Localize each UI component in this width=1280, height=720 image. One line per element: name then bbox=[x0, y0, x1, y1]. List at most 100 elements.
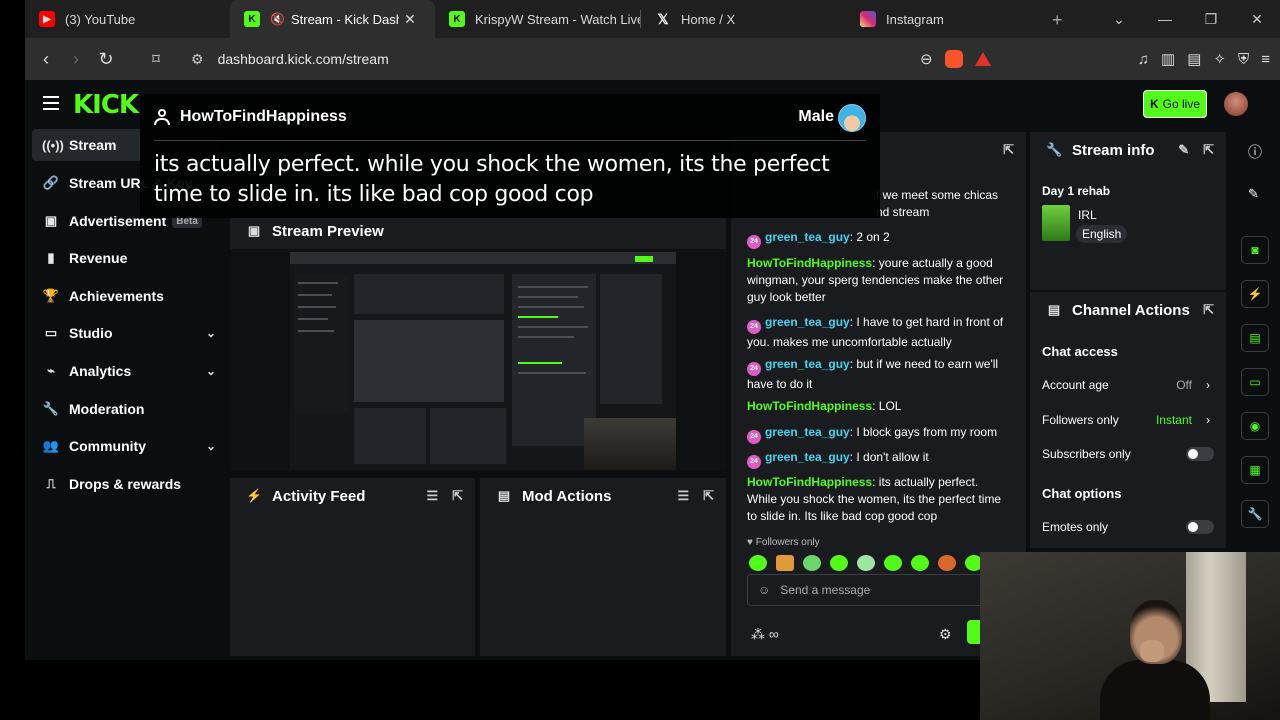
chat-username[interactable]: green_tea_guy bbox=[765, 357, 850, 371]
chat-username[interactable]: green_tea_guy bbox=[765, 425, 850, 439]
site-info-icon[interactable]: ⚙ bbox=[191, 51, 204, 68]
category-name[interactable]: IRL bbox=[1078, 208, 1097, 222]
muted-icon[interactable]: 🔇 bbox=[270, 12, 285, 26]
emote-icon[interactable] bbox=[911, 555, 929, 571]
sidebar-item-drops[interactable]: ⎍ Drops & rewards bbox=[32, 468, 218, 500]
popout-icon[interactable]: ⇱ bbox=[1003, 142, 1014, 158]
sidebar-item-community[interactable]: 👥 Community ⌄ bbox=[32, 430, 218, 462]
tab-label: (3) YouTube bbox=[65, 11, 136, 27]
sidebar-item-moderation[interactable]: 🔧 Moderation bbox=[32, 393, 218, 425]
tab-youtube[interactable]: ▶ (3) YouTube bbox=[25, 0, 230, 38]
account-age-row[interactable]: Account age Off › bbox=[1042, 378, 1214, 396]
broadcast-icon[interactable]: ◉ bbox=[1241, 412, 1269, 440]
go-live-button[interactable]: K Go live bbox=[1143, 90, 1207, 118]
panel-title: Stream info bbox=[1072, 141, 1155, 159]
mod-actions-panel: ▤ Mod Actions ☰ ⇱ bbox=[480, 478, 726, 656]
emotes-only-toggle[interactable] bbox=[1186, 520, 1214, 534]
tab-krispyw-stream[interactable]: K KrispyW Stream - Watch Live bbox=[435, 0, 640, 38]
preview-chat-line bbox=[518, 372, 586, 374]
sidebar-item-achievements[interactable]: 🏆 Achievements bbox=[32, 280, 218, 312]
setting-value: Instant bbox=[1155, 413, 1192, 427]
chat-options-heading: Chat options bbox=[1042, 486, 1122, 501]
close-icon[interactable]: ✕ bbox=[399, 11, 421, 28]
tab-instagram[interactable]: Instagram bbox=[846, 0, 1051, 38]
maximize-button[interactable]: ❐ bbox=[1188, 11, 1234, 28]
new-tab-button[interactable]: + bbox=[1052, 10, 1063, 31]
preview-nav-line bbox=[298, 330, 334, 332]
tab-bar: ▶ (3) YouTube K 🔇 Stream - Kick Dashboar… bbox=[25, 0, 1280, 38]
chat-username[interactable]: HowToFindHappiness bbox=[747, 399, 872, 413]
sidebar-item-analytics[interactable]: ⌁ Analytics ⌄ bbox=[32, 355, 218, 387]
sidebar-item-studio[interactable]: ▭ Studio ⌄ bbox=[32, 317, 218, 349]
chat-username[interactable]: green_tea_guy bbox=[765, 450, 850, 464]
emote-icon[interactable] bbox=[857, 555, 875, 571]
send-button[interactable] bbox=[967, 620, 981, 644]
emote-icon[interactable] bbox=[803, 555, 821, 571]
users-icon[interactable]: ⁂ bbox=[751, 626, 765, 642]
popout-icon[interactable]: ⇱ bbox=[1203, 302, 1214, 318]
menu-icon[interactable]: ≡ bbox=[1261, 51, 1270, 68]
chat-footer-left: ⁂ ∞ bbox=[751, 626, 779, 643]
stream-preview-video[interactable] bbox=[290, 252, 676, 470]
document-icon[interactable]: ▤ bbox=[1241, 324, 1269, 352]
wrench-icon: 🔧 bbox=[42, 401, 60, 416]
media-icon[interactable]: ♫ bbox=[1138, 51, 1149, 68]
category-thumbnail bbox=[1042, 205, 1070, 241]
kick-logo[interactable]: KICK bbox=[73, 90, 139, 120]
chat-input[interactable]: ☺ Send a message bbox=[747, 574, 987, 606]
wallet-icon[interactable]: ▤ bbox=[1187, 50, 1201, 68]
preview-info bbox=[600, 274, 662, 404]
zoom-icon[interactable]: ⊖ bbox=[920, 50, 933, 68]
emote-icon[interactable] bbox=[830, 555, 848, 571]
emote-icon[interactable] bbox=[938, 555, 956, 571]
minimize-button[interactable]: — bbox=[1142, 11, 1188, 27]
subscribers-only-toggle[interactable] bbox=[1186, 447, 1214, 461]
popout-icon[interactable]: ⇱ bbox=[452, 488, 463, 504]
chat-icon[interactable]: ▭ bbox=[1241, 368, 1269, 396]
info-icon[interactable]: ⓘ bbox=[1248, 142, 1262, 162]
wrench-icon[interactable]: 🔧 bbox=[1241, 500, 1269, 528]
brave-rewards-icon[interactable] bbox=[974, 52, 991, 66]
reload-button[interactable]: ↻ bbox=[91, 49, 121, 70]
filter-icon[interactable]: ☰ bbox=[677, 488, 689, 504]
preview-icon: ▣ bbox=[247, 223, 261, 238]
filter-icon[interactable]: ☰ bbox=[426, 488, 438, 504]
leo-icon[interactable]: ✧ bbox=[1213, 50, 1226, 68]
sidebar-icon[interactable]: ▥ bbox=[1161, 50, 1175, 68]
popout-icon[interactable]: ⇱ bbox=[703, 488, 714, 504]
tab-kick-dashboard[interactable]: K 🔇 Stream - Kick Dashboard ✕ bbox=[230, 0, 435, 38]
camera-icon[interactable]: ◙ bbox=[1241, 236, 1269, 264]
gear-icon[interactable]: ⚙ bbox=[939, 626, 952, 643]
layout-icon[interactable]: ▦ bbox=[1241, 456, 1269, 484]
lightning-icon[interactable]: ⚡ bbox=[1241, 280, 1269, 308]
close-window-button[interactable]: ✕ bbox=[1234, 11, 1280, 28]
forward-button[interactable]: › bbox=[61, 49, 91, 70]
chat-username[interactable]: HowToFindHappiness bbox=[747, 475, 872, 489]
address-bar[interactable]: ⚙ dashboard.kick.com/stream bbox=[191, 43, 951, 75]
emote-icon[interactable] bbox=[884, 555, 902, 571]
avatar[interactable] bbox=[1224, 92, 1248, 116]
emote-icon[interactable] bbox=[776, 555, 794, 571]
chat-username[interactable]: green_tea_guy bbox=[765, 315, 850, 329]
tab-label: Home / X bbox=[681, 11, 736, 27]
bookmark-icon[interactable]: ⌑ bbox=[141, 50, 171, 68]
chat-username[interactable]: HowToFindHappiness bbox=[747, 256, 872, 270]
edit-icon[interactable]: ✎ bbox=[1178, 142, 1189, 158]
sidebar-item-revenue[interactable]: ▮ Revenue bbox=[32, 242, 218, 274]
chat-username[interactable]: green_tea_guy bbox=[765, 230, 850, 244]
infinity-icon[interactable]: ∞ bbox=[769, 626, 779, 642]
preview-nested bbox=[354, 320, 504, 402]
tab-x-home[interactable]: 𝕏 Home / X bbox=[641, 0, 846, 38]
followers-only-row[interactable]: Followers only Instant › bbox=[1042, 413, 1214, 431]
emote-picker-icon[interactable]: ☺ bbox=[758, 583, 770, 597]
back-button[interactable]: ‹ bbox=[31, 49, 61, 70]
popout-icon[interactable]: ⇱ bbox=[1203, 142, 1214, 158]
emote-icon[interactable] bbox=[749, 555, 767, 571]
vpn-icon[interactable]: ⛨ bbox=[1238, 51, 1249, 68]
brave-shields-icon[interactable] bbox=[944, 50, 963, 68]
pencil-icon[interactable]: ✎ bbox=[1248, 186, 1259, 202]
menu-toggle-icon[interactable] bbox=[43, 96, 59, 110]
overlay-message: its actually perfect. while you shock th… bbox=[154, 152, 830, 207]
subscriber-badge: 24 bbox=[747, 320, 761, 334]
tab-search-icon[interactable]: ⌄ bbox=[1096, 11, 1142, 28]
